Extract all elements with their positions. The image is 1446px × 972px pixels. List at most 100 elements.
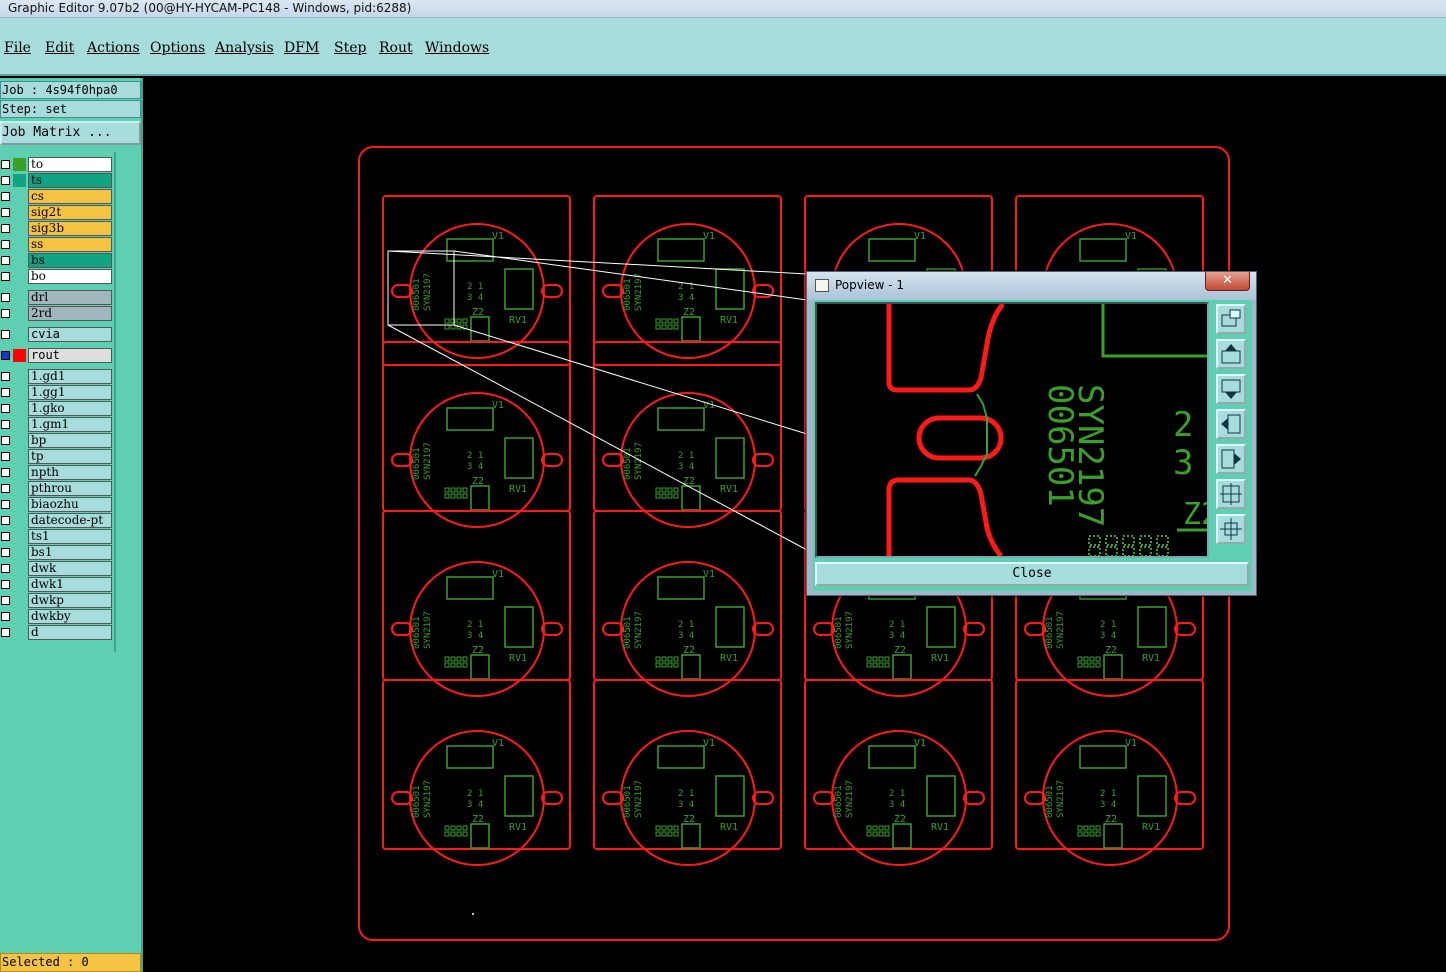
layer-row-ts1[interactable]: ts1 xyxy=(0,529,112,544)
layer-row-d[interactable]: d xyxy=(0,625,112,640)
layer-checkbox[interactable] xyxy=(1,351,10,360)
menu-file[interactable]: File xyxy=(4,40,31,56)
layer-checkbox[interactable] xyxy=(1,208,10,217)
layer-checkbox[interactable] xyxy=(1,628,10,637)
layer-row-biaozhu[interactable]: biaozhu xyxy=(0,497,112,512)
layer-name[interactable]: ts1 xyxy=(28,529,112,544)
layer-name[interactable]: bs1 xyxy=(28,545,112,560)
layer-name[interactable]: ts xyxy=(28,173,112,188)
layer-checkbox[interactable] xyxy=(1,272,10,281)
layer-name[interactable]: npth xyxy=(28,465,112,480)
layer-name[interactable]: 1.gm1 xyxy=(28,417,112,432)
layer-name[interactable]: bp xyxy=(28,433,112,448)
layer-checkbox[interactable] xyxy=(1,293,10,302)
layer-checkbox[interactable] xyxy=(1,330,10,339)
layer-name[interactable]: drl xyxy=(28,290,112,305)
popview-detail-view[interactable]: 006501SYN219723Z2 xyxy=(815,302,1219,558)
layer-row-1.gd1[interactable]: 1.gd1 xyxy=(0,369,112,384)
zoom-fit-button[interactable] xyxy=(1216,479,1246,509)
layer-row-sig2t[interactable]: sig2t xyxy=(0,205,112,220)
layer-row-tp[interactable]: tp xyxy=(0,449,112,464)
layer-row-bs[interactable]: bs xyxy=(0,253,112,268)
layer-checkbox[interactable] xyxy=(1,436,10,445)
menu-edit[interactable]: Edit xyxy=(45,40,74,56)
popview-close-x-button[interactable]: ✕ xyxy=(1205,272,1250,291)
layer-name[interactable]: d xyxy=(28,625,112,640)
layer-row-dwkp[interactable]: dwkp xyxy=(0,593,112,608)
layer-row-npth[interactable]: npth xyxy=(0,465,112,480)
layer-row-ts[interactable]: ts xyxy=(0,173,112,188)
layer-checkbox[interactable] xyxy=(1,596,10,605)
layer-row-pthrou[interactable]: pthrou xyxy=(0,481,112,496)
menu-step[interactable]: Step xyxy=(334,40,366,56)
layer-checkbox[interactable] xyxy=(1,240,10,249)
zoom-center-button[interactable] xyxy=(1216,514,1246,544)
layer-row-cvia[interactable]: cvia xyxy=(0,327,112,342)
layer-name[interactable]: 1.gg1 xyxy=(28,385,112,400)
layer-row-1.gko[interactable]: 1.gko xyxy=(0,401,112,416)
layer-row-ss[interactable]: ss xyxy=(0,237,112,252)
layer-name[interactable]: bs xyxy=(28,253,112,268)
layer-row-2rd[interactable]: 2rd xyxy=(0,306,112,321)
layer-row-cs[interactable]: cs xyxy=(0,189,112,204)
layer-checkbox[interactable] xyxy=(1,612,10,621)
popview-close-button[interactable]: Close xyxy=(815,562,1249,586)
pan-up-button[interactable] xyxy=(1216,339,1246,369)
layer-name[interactable]: dwkp xyxy=(28,593,112,608)
menu-rout[interactable]: Rout xyxy=(379,40,413,56)
layer-name[interactable]: sig3b xyxy=(28,221,112,236)
layer-checkbox[interactable] xyxy=(1,256,10,265)
layer-checkbox[interactable] xyxy=(1,192,10,201)
menu-actions[interactable]: Actions xyxy=(87,40,140,56)
job-matrix-button[interactable]: Job Matrix ... xyxy=(0,121,141,145)
layer-name[interactable]: rout xyxy=(28,348,112,363)
layer-name[interactable]: 2rd xyxy=(28,306,112,321)
layer-checkbox[interactable] xyxy=(1,372,10,381)
layer-checkbox[interactable] xyxy=(1,452,10,461)
layer-checkbox[interactable] xyxy=(1,580,10,589)
layer-row-1.gm1[interactable]: 1.gm1 xyxy=(0,417,112,432)
layer-checkbox[interactable] xyxy=(1,420,10,429)
layer-row-to[interactable]: to xyxy=(0,157,112,172)
pan-down-button[interactable] xyxy=(1216,374,1246,404)
layer-name[interactable]: pthrou xyxy=(28,481,112,496)
layer-checkbox[interactable] xyxy=(1,309,10,318)
layer-checkbox[interactable] xyxy=(1,516,10,525)
layer-checkbox[interactable] xyxy=(1,564,10,573)
layer-checkbox[interactable] xyxy=(1,500,10,509)
menu-options[interactable]: Options xyxy=(150,40,205,56)
layer-name[interactable]: cvia xyxy=(28,327,112,342)
layer-checkbox[interactable] xyxy=(1,176,10,185)
layer-row-dwk[interactable]: dwk xyxy=(0,561,112,576)
layer-row-bp[interactable]: bp xyxy=(0,433,112,448)
zoom-window-button[interactable] xyxy=(1216,304,1246,334)
layer-row-bo[interactable]: bo xyxy=(0,269,112,284)
layer-name[interactable]: datecode-pt xyxy=(28,513,112,528)
menu-windows[interactable]: Windows xyxy=(425,40,489,56)
popview-titlebar[interactable]: Popview - 1 ✕ xyxy=(807,272,1256,300)
layer-checkbox[interactable] xyxy=(1,404,10,413)
layer-checkbox[interactable] xyxy=(1,468,10,477)
layer-name[interactable]: bo xyxy=(28,269,112,284)
layer-name[interactable]: to xyxy=(28,157,112,172)
pan-left-button[interactable] xyxy=(1216,409,1246,439)
layer-row-drl[interactable]: drl xyxy=(0,290,112,305)
layer-checkbox[interactable] xyxy=(1,224,10,233)
layer-checkbox[interactable] xyxy=(1,548,10,557)
layer-checkbox[interactable] xyxy=(1,160,10,169)
menu-analysis[interactable]: Analysis xyxy=(215,40,274,56)
layer-name[interactable]: biaozhu xyxy=(28,497,112,512)
layer-checkbox[interactable] xyxy=(1,484,10,493)
layer-name[interactable]: dwk1 xyxy=(28,577,112,592)
pan-right-button[interactable] xyxy=(1216,444,1246,474)
layer-name[interactable]: ss xyxy=(28,237,112,252)
layer-row-rout[interactable]: rout xyxy=(0,348,112,363)
layer-name[interactable]: tp xyxy=(28,449,112,464)
layer-name[interactable]: cs xyxy=(28,189,112,204)
layer-name[interactable]: dwk xyxy=(28,561,112,576)
layer-checkbox[interactable] xyxy=(1,532,10,541)
layer-name[interactable]: dwkby xyxy=(28,609,112,624)
layer-row-dwk1[interactable]: dwk1 xyxy=(0,577,112,592)
layer-row-bs1[interactable]: bs1 xyxy=(0,545,112,560)
layer-checkbox[interactable] xyxy=(1,388,10,397)
